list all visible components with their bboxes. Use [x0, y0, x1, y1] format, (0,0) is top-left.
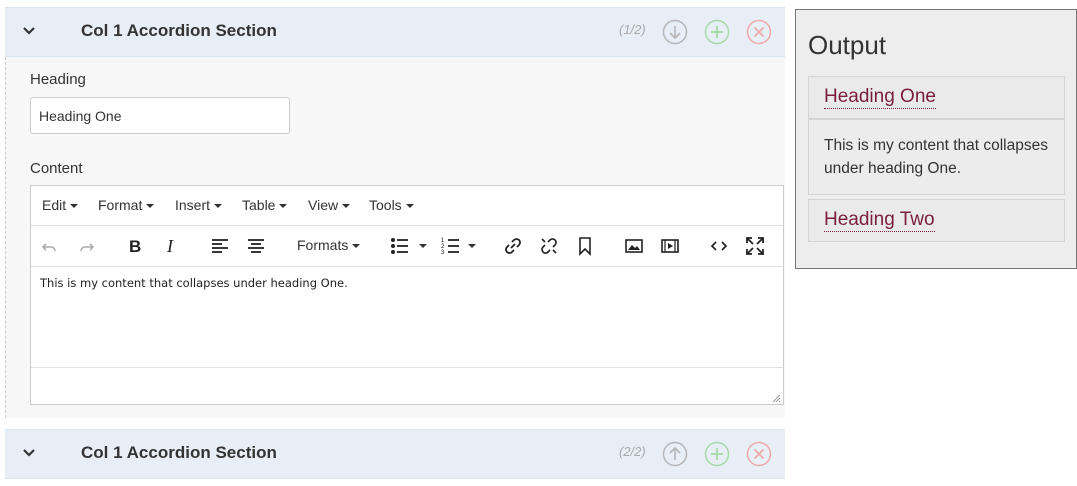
add-section-icon[interactable] — [704, 441, 730, 467]
numbered-list-caret[interactable] — [468, 244, 476, 248]
output-content-text: This is my content that collapses under … — [824, 137, 1048, 177]
svg-text:I: I — [166, 236, 174, 256]
align-left-icon[interactable] — [210, 236, 230, 256]
svg-text:3: 3 — [441, 250, 445, 256]
code-icon[interactable] — [709, 236, 729, 256]
media-icon[interactable] — [660, 236, 680, 256]
delete-section-icon[interactable] — [746, 441, 772, 467]
menu-edit[interactable]: Edit — [42, 197, 79, 213]
output-panel: Output Heading One This is my content th… — [795, 9, 1077, 269]
formats-dropdown[interactable]: Formats — [297, 237, 361, 253]
bullet-list-caret[interactable] — [419, 244, 427, 248]
resize-handle-icon[interactable] — [772, 394, 781, 403]
menu-view[interactable]: View — [308, 197, 351, 213]
form-column: Col 1 Accordion Section (1/2) Heading Co… — [0, 0, 790, 486]
image-icon[interactable] — [624, 236, 644, 256]
menu-tools[interactable]: Tools — [369, 197, 414, 213]
rich-text-editor: Edit Format Insert Table View Tools B I — [30, 185, 784, 405]
output-accordion-content-1: This is my content that collapses under … — [808, 119, 1065, 195]
bookmark-icon[interactable] — [575, 236, 595, 256]
menu-format[interactable]: Format — [98, 197, 155, 213]
editor-toolbar: B I Formats 123 — [31, 226, 783, 267]
output-accordion-item-2[interactable]: Heading Two — [808, 199, 1065, 242]
numbered-list-icon[interactable]: 123 — [441, 236, 461, 256]
svg-text:B: B — [129, 237, 141, 256]
chevron-down-icon[interactable] — [21, 445, 37, 461]
align-center-icon[interactable] — [246, 236, 266, 256]
content-label: Content — [30, 160, 83, 177]
undo-icon[interactable] — [40, 236, 60, 256]
menu-table[interactable]: Table — [242, 197, 288, 213]
output-title: Output — [808, 30, 887, 60]
redo-icon[interactable] — [76, 236, 96, 256]
section-title: Col 1 Accordion Section — [81, 443, 277, 462]
editor-content-area[interactable]: This is my content that collapses under … — [31, 267, 783, 367]
delete-section-icon[interactable] — [746, 19, 772, 45]
section-counter: (2/2) — [619, 444, 646, 459]
arrow-up-circle-icon[interactable] — [662, 441, 688, 467]
section-title: Col 1 Accordion Section — [81, 21, 277, 40]
chevron-down-icon[interactable] — [21, 23, 37, 39]
output-heading-link[interactable]: Heading One — [824, 86, 936, 109]
bold-icon[interactable]: B — [125, 236, 145, 256]
output-accordion-item-1[interactable]: Heading One — [808, 76, 1065, 119]
arrow-down-circle-icon[interactable] — [662, 19, 688, 45]
heading-input[interactable] — [30, 97, 290, 134]
section-counter: (1/2) — [619, 22, 646, 37]
add-section-icon[interactable] — [704, 19, 730, 45]
editor-statusbar — [31, 367, 783, 405]
output-heading-link[interactable]: Heading Two — [824, 209, 935, 232]
italic-icon[interactable]: I — [161, 236, 181, 256]
bullet-list-icon[interactable] — [390, 236, 410, 256]
section-header-1[interactable]: Col 1 Accordion Section (1/2) — [5, 7, 785, 57]
editor-menubar: Edit Format Insert Table View Tools — [31, 186, 783, 226]
menu-insert[interactable]: Insert — [175, 197, 223, 213]
fullscreen-icon[interactable] — [745, 236, 765, 256]
unlink-icon[interactable] — [539, 236, 559, 256]
section-header-2[interactable]: Col 1 Accordion Section (2/2) — [5, 429, 785, 479]
heading-label: Heading — [30, 71, 86, 88]
link-icon[interactable] — [503, 236, 523, 256]
